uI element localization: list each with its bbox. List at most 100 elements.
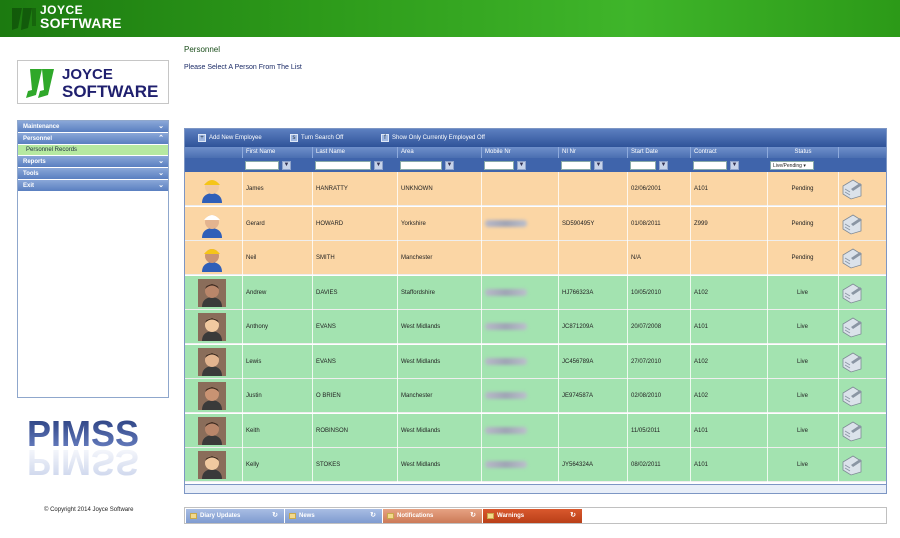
employee-photo	[198, 313, 226, 341]
column-header-start-date[interactable]: Start Date	[627, 147, 690, 158]
grid-header: First Name Last Name Area Mobile Nr NI N…	[185, 147, 886, 158]
filter-start-date[interactable]	[630, 161, 656, 170]
column-divider	[481, 379, 482, 413]
company-logo: JOYCE SOFTWARE	[17, 60, 169, 104]
cell-last: SMITH	[316, 255, 335, 261]
filter-icon[interactable]: ▼	[517, 161, 526, 170]
cell-contract: A101	[694, 186, 709, 192]
sidebar-item-personnel-records[interactable]: Personnel Records	[18, 145, 168, 156]
sidebar-item-reports[interactable]: Reports ⌄	[18, 156, 168, 168]
add-icon: +	[198, 134, 206, 142]
refresh-icon[interactable]: ↻	[570, 509, 576, 523]
employee-photo	[198, 244, 226, 272]
filter-icon[interactable]: ▼	[445, 161, 454, 170]
cell-contract: A101	[694, 324, 709, 330]
edit-record-icon[interactable]	[840, 350, 864, 374]
column-header-status[interactable]: Status	[767, 147, 838, 158]
table-row[interactable]: Andrew DAVIES Staffordshire HJ766323A 10/05/…	[185, 275, 886, 310]
refresh-icon[interactable]: ↻	[470, 509, 476, 523]
sidebar-item-exit[interactable]: Exit ⌄	[18, 180, 168, 192]
employed-filter-button[interactable]: f Show Only Currently Employed Off	[381, 133, 485, 143]
refresh-icon[interactable]: ↻	[272, 509, 278, 523]
filter-ni[interactable]	[561, 161, 591, 170]
table-row[interactable]: Anthony EVANS West Midlands JC871209A 20/07/…	[185, 310, 886, 344]
tab-label: Warnings	[497, 513, 525, 519]
filter-first-name[interactable]	[245, 161, 279, 170]
edit-record-icon[interactable]	[840, 453, 864, 477]
edit-record-icon[interactable]	[840, 419, 864, 443]
edit-record-icon[interactable]	[840, 212, 864, 236]
tab-diary-updates[interactable]: Diary Updates ↻	[186, 509, 284, 523]
edit-record-icon[interactable]	[840, 315, 864, 339]
employee-photo	[198, 451, 226, 479]
cell-status: Live	[796, 289, 808, 296]
add-employee-button[interactable]: + Add New Employee	[198, 133, 262, 143]
refresh-icon[interactable]: ↻	[370, 509, 376, 523]
cell-first: Justin	[246, 393, 262, 399]
cell-area: UNKNOWN	[401, 186, 433, 192]
column-header-ni[interactable]: NI Nr	[558, 147, 627, 158]
filter-icon[interactable]: ▼	[282, 161, 291, 170]
column-header-mobile[interactable]: Mobile Nr	[481, 147, 558, 158]
cell-first: Anthony	[246, 324, 269, 330]
edit-record-icon[interactable]	[840, 281, 864, 305]
filter-contract[interactable]	[693, 161, 727, 170]
cell-ni	[558, 241, 627, 275]
tab-news[interactable]: News ↻	[285, 509, 382, 523]
cell-last: ROBINSON	[316, 427, 349, 434]
sidebar-item-tools[interactable]: Tools ⌄	[18, 168, 168, 180]
table-row[interactable]: Gerard HOWARD Yorkshire SD590495Y 01/08/2011…	[185, 206, 886, 241]
cell-ni: JC456789A	[562, 358, 594, 365]
tab-label: News	[299, 513, 315, 519]
column-divider	[481, 172, 482, 206]
column-header-last-name[interactable]: Last Name	[312, 147, 397, 158]
status-filter-select[interactable]: Live/Pending ▾	[770, 161, 814, 170]
redacted-mobile	[485, 219, 527, 227]
table-row[interactable]: James HANRATTY UNKNOWN 02/06/2001 A101 Pendin…	[185, 172, 886, 206]
table-row[interactable]: Keith ROBINSON West Midlands 11/05/2011 A101…	[185, 413, 886, 448]
cell-first: Gerard	[246, 220, 265, 227]
chevron-up-icon: ⌃	[158, 135, 164, 142]
tab-warnings[interactable]: Warnings ↻	[483, 509, 582, 523]
filter-icon[interactable]: ▼	[730, 161, 739, 170]
action-column-header	[838, 147, 886, 158]
cell-area: West Midlands	[401, 427, 441, 434]
cell-area: West Midlands	[401, 324, 441, 330]
column-header-area[interactable]: Area	[397, 147, 481, 158]
edit-record-icon[interactable]	[840, 177, 864, 201]
column-divider	[481, 310, 482, 344]
filter-mobile[interactable]	[484, 161, 514, 170]
table-row[interactable]: Lewis EVANS West Midlands JC456789A 27/07/20…	[185, 344, 886, 379]
page-title: Personnel	[184, 45, 221, 54]
filter-icon[interactable]: ▼	[659, 161, 668, 170]
table-row[interactable]: Justin O BRIEN Manchester JE974587A 02/08/20…	[185, 379, 886, 413]
tab-notifications[interactable]: Notifications ↻	[383, 509, 482, 523]
cell-first: James	[246, 186, 264, 192]
joyce-logo-icon	[26, 69, 54, 98]
table-row[interactable]: Kelly STOKES West Midlands JY564324A 08/02/2…	[185, 448, 886, 482]
sidebar-item-personnel[interactable]: Personnel ⌃	[18, 133, 168, 145]
table-row[interactable]: Neil SMITH Manchester N/A Pending	[185, 241, 886, 275]
column-header-first-name[interactable]: First Name	[242, 147, 312, 158]
cell-first: Keith	[246, 427, 260, 434]
filter-last-name[interactable]	[315, 161, 371, 170]
cell-start: 27/07/2010	[631, 358, 662, 365]
column-divider	[838, 206, 839, 241]
column-header-contract[interactable]: Contract	[690, 147, 767, 158]
sidebar-item-maintenance[interactable]: Maintenance ⌄	[18, 121, 168, 133]
filter-icon[interactable]: ▼	[594, 161, 603, 170]
column-divider	[481, 275, 482, 310]
logo-line1: JOYCE	[62, 66, 113, 83]
cell-last: O BRIEN	[316, 393, 341, 399]
cell-contract: A101	[694, 462, 709, 468]
cell-last: HOWARD	[316, 220, 344, 227]
filter-icon[interactable]: ▼	[374, 161, 383, 170]
filter-area[interactable]	[400, 161, 442, 170]
pimss-logo-reflection: PIMSS	[27, 442, 139, 483]
edit-record-icon[interactable]	[840, 384, 864, 408]
redacted-mobile	[485, 461, 527, 468]
redacted-mobile	[485, 392, 527, 399]
search-toggle-button[interactable]: s Turn Search Off	[290, 133, 343, 143]
edit-record-icon[interactable]	[840, 246, 864, 270]
cell-contract: A101	[694, 427, 709, 434]
